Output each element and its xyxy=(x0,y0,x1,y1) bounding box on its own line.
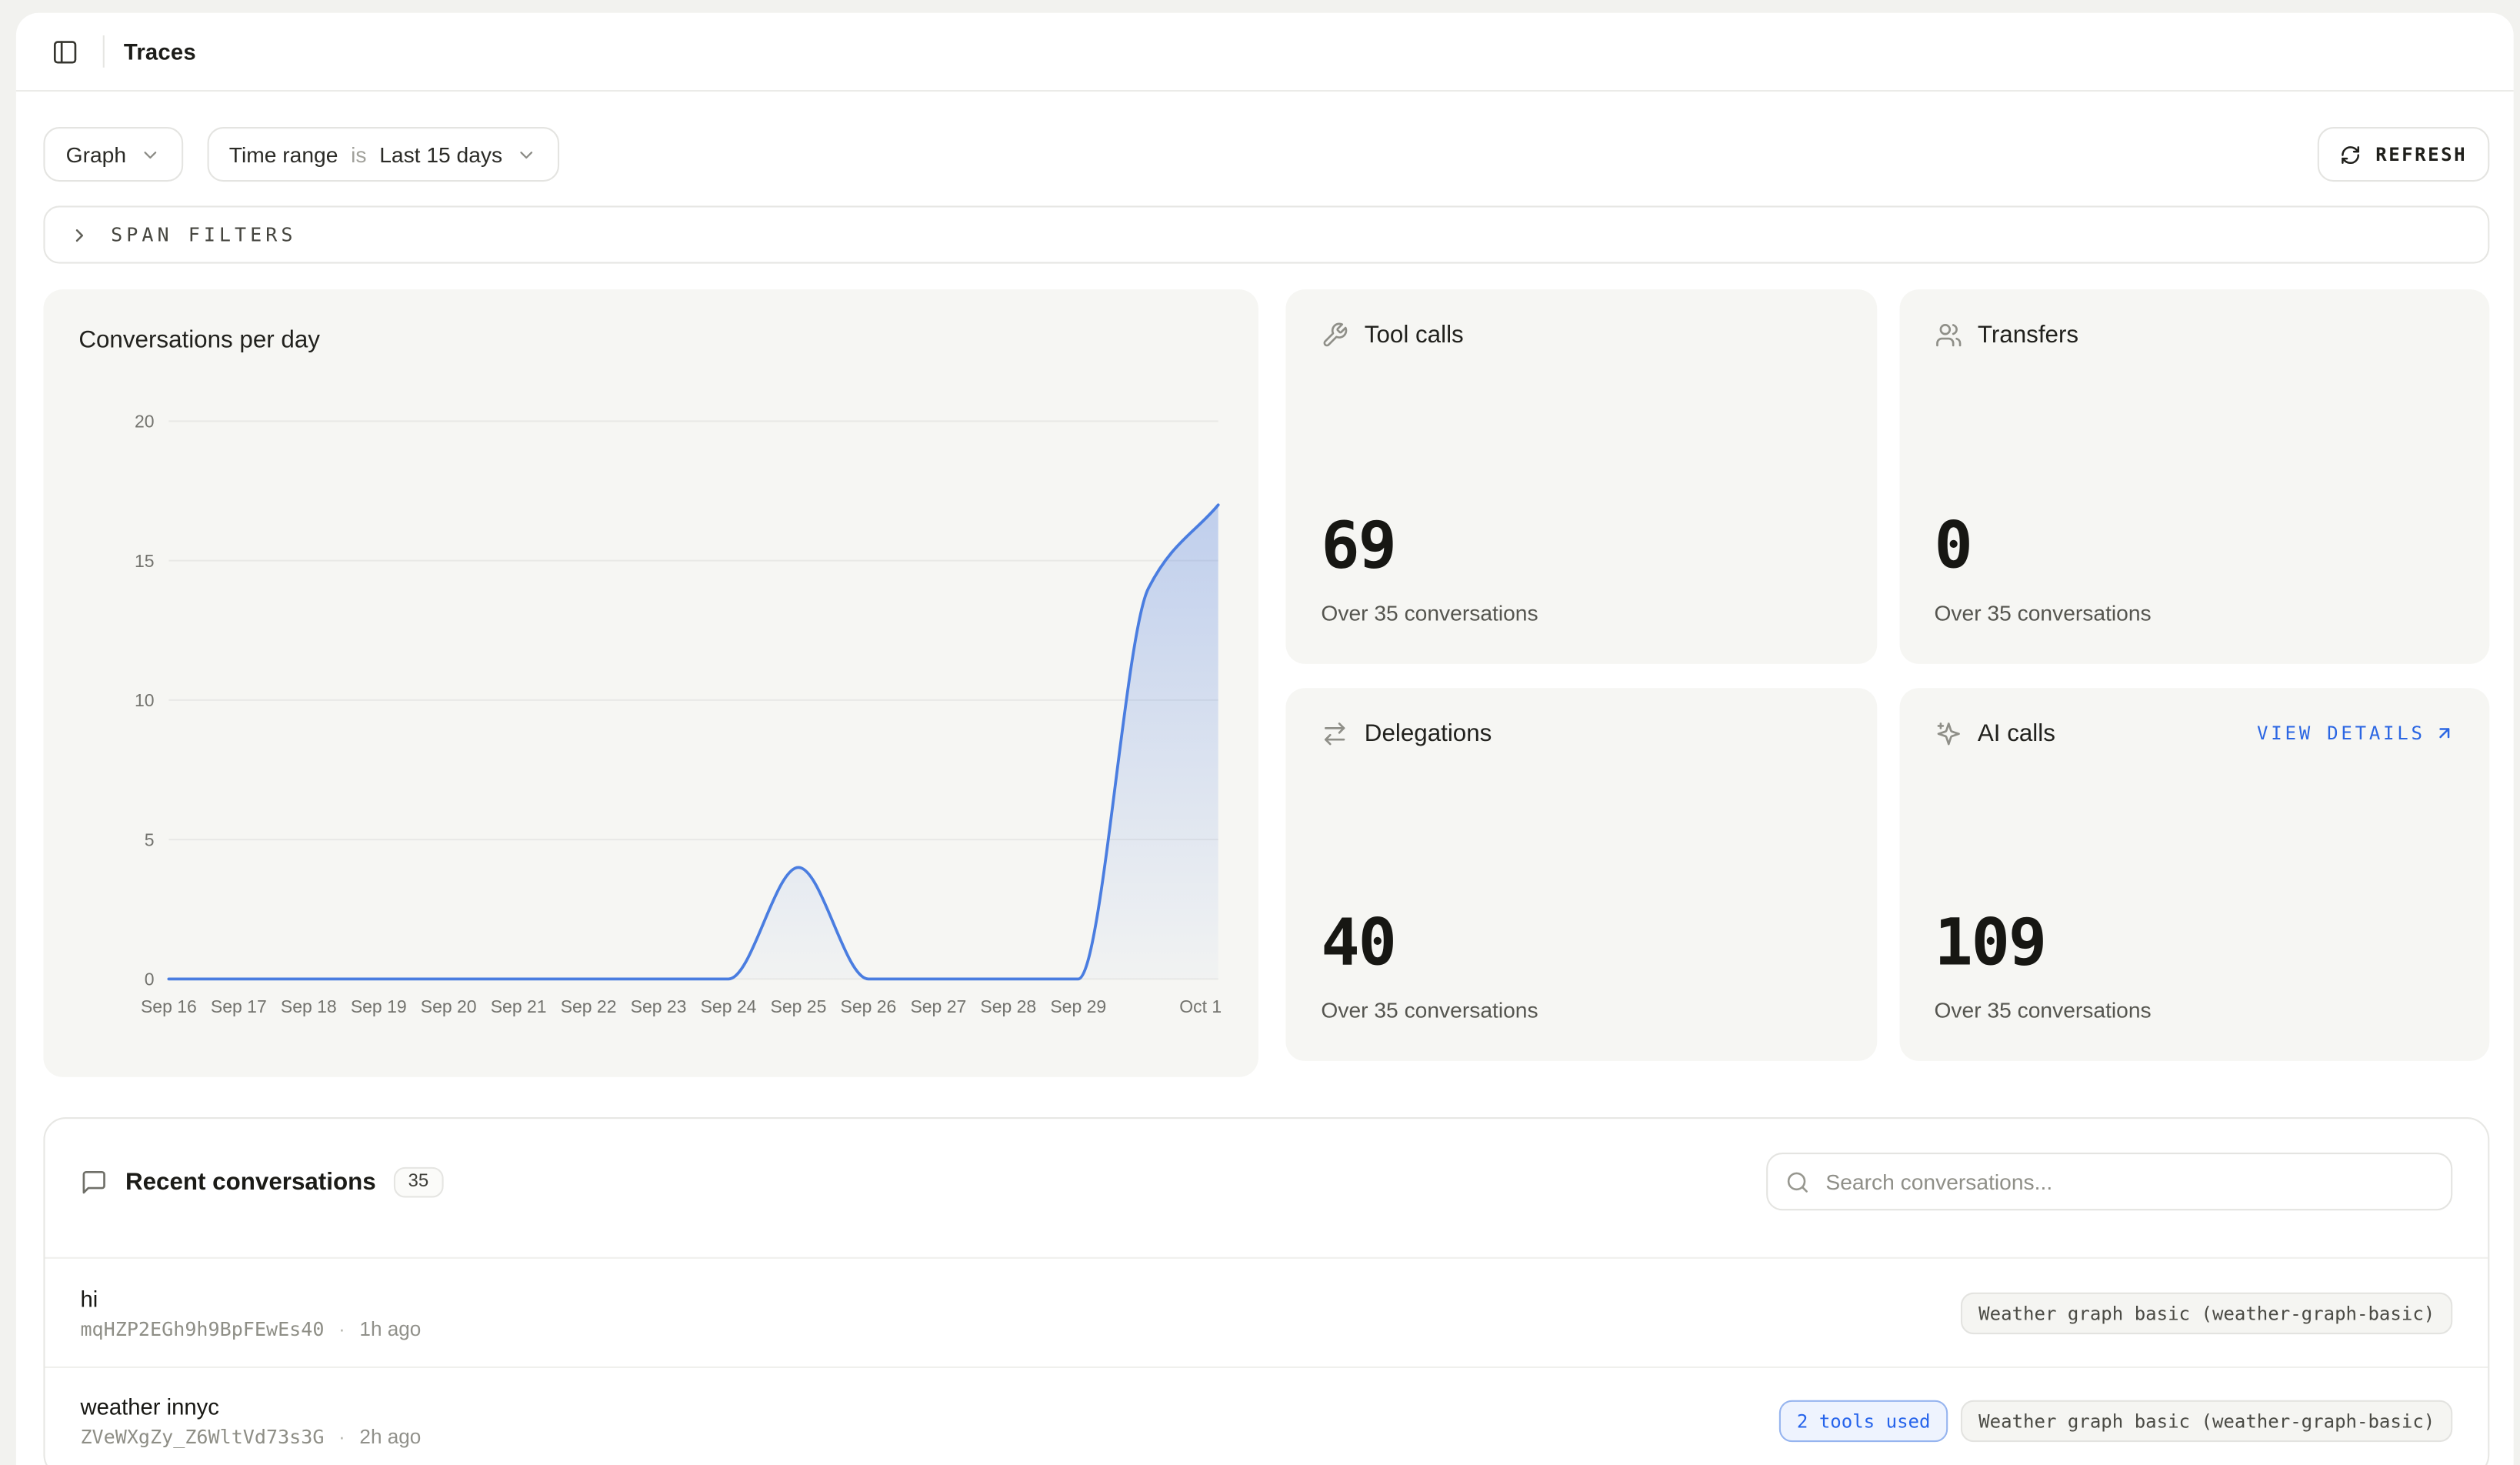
meta-separator: · xyxy=(338,1426,345,1448)
conversation-id: ZVeWXgZy_Z6WltVd73s3G xyxy=(80,1426,324,1448)
toolbar: Graph Time range is Last 15 days xyxy=(43,127,2489,182)
header-divider xyxy=(103,35,105,68)
time-range-filter[interactable]: Time range is Last 15 days xyxy=(207,127,559,182)
svg-text:5: 5 xyxy=(145,829,155,849)
recent-conversations-panel: Recent conversations 35 hi mqHZP2EGh9h9B… xyxy=(43,1117,2489,1465)
svg-text:Sep 20: Sep 20 xyxy=(421,996,477,1016)
conversation-row[interactable]: hi mqHZP2EGh9h9BpFEwEs40 · 1h ago Weathe… xyxy=(45,1257,2488,1367)
dashboard-grid: Conversations per day 0 5 10 15 20 Sep 16 Sep … xyxy=(43,289,2489,1061)
sparkles-icon xyxy=(1934,719,1962,747)
ai-calls-card: AI calls VIEW DETAILS 109 Over 35 conver… xyxy=(1898,687,2489,1061)
svg-text:Sep 24: Sep 24 xyxy=(701,996,757,1016)
wrench-icon xyxy=(1321,322,1348,349)
svg-text:Oct 1: Oct 1 xyxy=(1179,996,1222,1016)
meta-separator: · xyxy=(338,1317,345,1340)
stat-subtitle: Over 35 conversations xyxy=(1934,600,2454,624)
recent-conversations-header: Recent conversations 35 xyxy=(45,1119,2488,1257)
tool-calls-card: Tool calls 69 Over 35 conversations xyxy=(1285,289,1876,663)
stat-label: Tool calls xyxy=(1365,322,1464,349)
svg-text:Sep 26: Sep 26 xyxy=(841,996,897,1016)
stat-label: Transfers xyxy=(1978,322,2078,349)
stat-label: AI calls xyxy=(1978,719,2055,747)
svg-text:Sep 23: Sep 23 xyxy=(631,996,687,1016)
svg-text:0: 0 xyxy=(145,969,155,989)
traces-page: Traces Graph Time range is Last 15 days xyxy=(0,0,2520,1465)
svg-text:10: 10 xyxy=(135,690,155,710)
svg-text:Sep 22: Sep 22 xyxy=(561,996,617,1016)
conversations-chart-svg: 0 5 10 15 20 Sep 16 Sep 17 Sep 18 Sep 19 Sep 20 Se… xyxy=(78,379,1223,1042)
search-box xyxy=(1766,1153,2452,1210)
arrows-swap-icon xyxy=(1321,719,1348,747)
conversation-time: 2h ago xyxy=(359,1426,421,1448)
recent-conversations-title: Recent conversations xyxy=(125,1168,376,1196)
svg-text:20: 20 xyxy=(135,412,155,432)
view-details-link[interactable]: VIEW DETAILS xyxy=(2257,722,2454,744)
stat-value: 40 xyxy=(1321,912,1841,976)
app-header: Traces xyxy=(16,13,2514,92)
stat-value: 0 xyxy=(1934,514,2454,579)
conversation-count-badge: 35 xyxy=(394,1166,443,1197)
message-square-icon xyxy=(80,1168,108,1196)
refresh-label: REFRESH xyxy=(2375,143,2467,165)
users-icon xyxy=(1934,322,1962,349)
chart-title: Conversations per day xyxy=(78,325,1223,357)
stat-value: 109 xyxy=(1934,912,2454,976)
span-filters-label: SPAN FILTERS xyxy=(111,223,296,245)
graph-dropdown-label: Graph xyxy=(66,142,126,166)
span-filters-toggle[interactable]: SPAN FILTERS xyxy=(43,205,2489,263)
svg-text:Sep 27: Sep 27 xyxy=(910,996,966,1016)
arrow-up-right-icon xyxy=(2435,723,2454,743)
main-panel: Traces Graph Time range is Last 15 days xyxy=(16,13,2514,1465)
time-range-field: Time range xyxy=(229,142,338,166)
page-title: Traces xyxy=(124,38,196,64)
delegations-card: Delegations 40 Over 35 conversations xyxy=(1285,687,1876,1061)
conversation-id: mqHZP2EGh9h9BpFEwEs40 xyxy=(80,1317,324,1340)
agent-tag: Weather graph basic (weather-graph-basic… xyxy=(1961,1292,2452,1333)
conversation-row[interactable]: weather innyc ZVeWXgZy_Z6WltVd73s3G · 2h… xyxy=(45,1367,2488,1465)
conversation-title: weather innyc xyxy=(80,1393,421,1419)
search-icon xyxy=(1785,1170,1809,1193)
transfers-card: Transfers 0 Over 35 conversations xyxy=(1898,289,2489,663)
svg-text:Sep 25: Sep 25 xyxy=(771,996,827,1016)
stat-subtitle: Over 35 conversations xyxy=(1934,998,2454,1022)
view-details-label: VIEW DETAILS xyxy=(2257,722,2425,744)
svg-text:15: 15 xyxy=(135,551,155,571)
svg-text:Sep 21: Sep 21 xyxy=(491,996,547,1016)
refresh-icon xyxy=(2340,144,2361,165)
chevron-down-icon xyxy=(515,144,536,165)
panel-left-icon xyxy=(51,38,78,65)
conversation-time: 1h ago xyxy=(359,1317,421,1340)
conversations-chart-card: Conversations per day 0 5 10 15 20 Sep 16 Sep … xyxy=(43,289,1258,1077)
refresh-button[interactable]: REFRESH xyxy=(2318,127,2489,182)
graph-dropdown[interactable]: Graph xyxy=(43,127,182,182)
svg-text:Sep 18: Sep 18 xyxy=(281,996,337,1016)
sidebar-toggle-button[interactable] xyxy=(42,29,87,75)
stat-value: 69 xyxy=(1321,514,1841,579)
tools-used-tag: 2 tools used xyxy=(1779,1400,1948,1442)
stat-grid: Tool calls 69 Over 35 conversations Tran… xyxy=(1285,289,2489,1061)
svg-text:Sep 29: Sep 29 xyxy=(1050,996,1106,1016)
stat-label: Delegations xyxy=(1365,719,1492,747)
chevron-down-icon xyxy=(139,144,160,165)
stat-subtitle: Over 35 conversations xyxy=(1321,998,1841,1022)
agent-tag: Weather graph basic (weather-graph-basic… xyxy=(1961,1400,2452,1442)
svg-text:Sep 28: Sep 28 xyxy=(980,996,1036,1016)
chevron-right-icon xyxy=(69,224,90,245)
svg-text:Sep 16: Sep 16 xyxy=(141,996,197,1016)
conversation-title: hi xyxy=(80,1285,421,1310)
svg-text:Sep 17: Sep 17 xyxy=(211,996,267,1016)
time-range-value: Last 15 days xyxy=(379,142,502,166)
stat-subtitle: Over 35 conversations xyxy=(1321,600,1841,624)
search-input[interactable] xyxy=(1822,1168,2433,1196)
svg-text:Sep 19: Sep 19 xyxy=(351,996,407,1016)
time-range-operator: is xyxy=(351,142,366,166)
content: Graph Time range is Last 15 days xyxy=(16,127,2514,1465)
